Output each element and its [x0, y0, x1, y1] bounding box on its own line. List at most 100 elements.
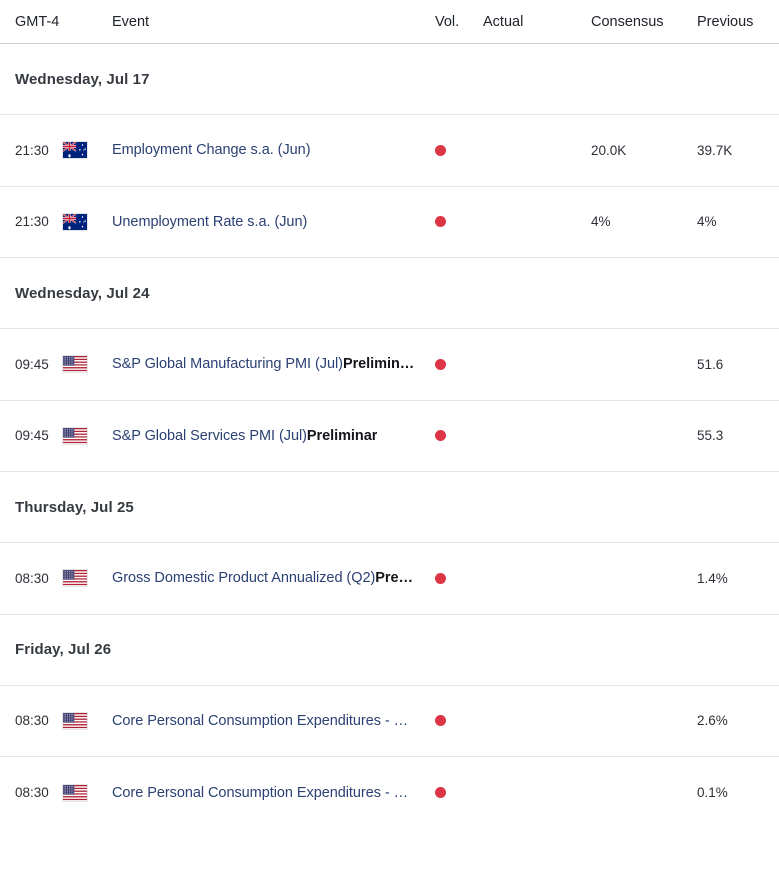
calendar-column-headers: GMT-4 Event Vol. Actual Consensus Previo… [0, 0, 779, 44]
event-name-cell: Gross Domestic Product Annualized (Q2)Pr… [112, 543, 435, 614]
event-previous-value: 2.6% [697, 713, 728, 729]
calendar-event-row[interactable]: 08:30 Gross Domestic Product Annualized (… [0, 543, 779, 615]
event-name-text: S&P Global Services PMI (Jul) [112, 427, 307, 444]
event-name-link[interactable]: Unemployment Rate s.a. (Jun) [112, 214, 307, 230]
volatility-dot-icon [435, 144, 446, 156]
event-name-link[interactable]: S&P Global Services PMI (Jul)Preliminar [112, 428, 377, 444]
event-actual-value-cell [483, 686, 591, 757]
volatility-dot-icon [435, 787, 446, 799]
event-qualifier-text: Prelimin… [342, 356, 415, 373]
event-time-label: 21:30 [15, 214, 49, 230]
event-time: 21:30 [0, 187, 62, 258]
event-country-flag [62, 115, 112, 186]
event-name-link[interactable]: S&P Global Manufacturing PMI (Jul)Prelim… [112, 356, 414, 372]
event-volatility-cell [435, 329, 483, 400]
calendar-day-header: Friday, Jul 26 [0, 615, 779, 686]
event-name-text: Gross Domestic Product Annualized (Q2) [112, 570, 376, 587]
calendar-body: Wednesday, Jul 17 21:30 Employment Change … [0, 44, 779, 829]
event-previous-value-cell: 39.7K [697, 115, 779, 186]
event-name-link[interactable]: Employment Change s.a. (Jun) [112, 142, 310, 158]
column-header-volatility: Vol. [435, 13, 460, 30]
event-consensus-value-cell [591, 543, 697, 614]
event-volatility-cell [435, 187, 483, 258]
event-volatility-cell [435, 401, 483, 472]
day-header-label: Wednesday, Jul 24 [15, 284, 150, 302]
event-actual-value-cell [483, 401, 591, 472]
column-header-actual: Actual [483, 13, 524, 30]
event-country-flag [62, 187, 112, 258]
calendar-event-row[interactable]: 09:45 S&P Global Services PMI (Jul)Prelim… [0, 401, 779, 472]
event-previous-value-cell: 2.6% [697, 686, 779, 757]
flag-united-states-icon [62, 426, 88, 445]
event-name-link[interactable]: Core Personal Consumption Expenditures -… [112, 713, 408, 729]
event-qualifier-text: Pre… [375, 570, 413, 587]
flag-united-states-icon [62, 355, 88, 374]
event-time-label: 09:45 [15, 428, 49, 444]
calendar-event-row[interactable]: 21:30 Unemployment Rate s.a. (Jun) 4% 4% [0, 187, 779, 258]
event-consensus-value-cell [591, 329, 697, 400]
event-time: 08:30 [0, 686, 62, 757]
event-name-text: Employment Change s.a. (Jun) [112, 142, 311, 159]
event-volatility-cell [435, 757, 483, 829]
event-time: 08:30 [0, 543, 62, 614]
event-volatility-cell [435, 543, 483, 614]
event-time-label: 08:30 [15, 570, 49, 586]
event-previous-value-cell: 1.4% [697, 543, 779, 614]
event-country-flag [62, 543, 112, 614]
event-country-flag [62, 686, 112, 757]
calendar-event-row[interactable]: 21:30 Employment Change s.a. (Jun) 20.0K 39… [0, 115, 779, 187]
event-time: 21:30 [0, 115, 62, 186]
day-header-label: Friday, Jul 26 [15, 641, 112, 658]
event-time: 09:45 [0, 401, 62, 472]
calendar-event-row[interactable]: 08:30 Core Personal Consumption Expenditu… [0, 757, 779, 829]
event-name-text: S&P Global Manufacturing PMI (Jul) [112, 356, 343, 373]
volatility-dot-icon [435, 715, 446, 727]
event-time: 08:30 [0, 757, 62, 829]
event-previous-value-cell: 0.1% [697, 757, 779, 829]
event-consensus-value: 20.0K [591, 142, 627, 158]
event-time-label: 08:30 [15, 785, 49, 801]
economic-calendar: GMT-4 Event Vol. Actual Consensus Previo… [0, 0, 779, 829]
event-actual-value-cell [483, 329, 591, 400]
event-previous-value: 55.3 [697, 428, 724, 444]
event-country-flag [62, 401, 112, 472]
event-name-cell: S&P Global Manufacturing PMI (Jul)Prelim… [112, 329, 435, 400]
event-previous-value: 4% [697, 214, 717, 230]
day-header-label: Wednesday, Jul 17 [15, 70, 150, 88]
day-header-label: Thursday, Jul 25 [15, 498, 134, 516]
event-qualifier-text: Preliminar [306, 427, 378, 444]
volatility-dot-icon [435, 430, 446, 442]
calendar-day-header: Wednesday, Jul 24 [0, 258, 779, 329]
event-name-text: Unemployment Rate s.a. (Jun) [112, 213, 308, 230]
column-header-consensus: Consensus [591, 13, 664, 30]
event-volatility-cell [435, 115, 483, 186]
event-name-link[interactable]: Core Personal Consumption Expenditures -… [112, 785, 408, 801]
event-time-label: 21:30 [15, 142, 49, 158]
calendar-day-header: Thursday, Jul 25 [0, 472, 779, 543]
event-country-flag [62, 329, 112, 400]
event-name-cell: Unemployment Rate s.a. (Jun) [112, 187, 435, 258]
event-previous-value-cell: 55.3 [697, 401, 779, 472]
event-actual-value-cell [483, 757, 591, 829]
event-name-cell: Core Personal Consumption Expenditures -… [112, 757, 435, 829]
event-previous-value-cell: 4% [697, 187, 779, 258]
event-name-link[interactable]: Gross Domestic Product Annualized (Q2)Pr… [112, 570, 413, 586]
event-actual-value-cell [483, 543, 591, 614]
calendar-day-header: Wednesday, Jul 17 [0, 44, 779, 115]
event-actual-value-cell [483, 115, 591, 186]
event-time: 09:45 [0, 329, 62, 400]
event-name-cell: Core Personal Consumption Expenditures -… [112, 686, 435, 757]
column-header-event: Event [112, 13, 150, 30]
calendar-event-row[interactable]: 09:45 S&P Global Manufacturing PMI (Jul)P… [0, 329, 779, 401]
volatility-dot-icon [435, 216, 446, 228]
event-consensus-value-cell: 20.0K [591, 115, 697, 186]
flag-united-states-icon [62, 711, 88, 730]
event-previous-value: 39.7K [697, 142, 733, 158]
column-header-previous: Previous [697, 13, 754, 30]
calendar-event-row[interactable]: 08:30 Core Personal Consumption Expenditu… [0, 686, 779, 757]
event-name-text: Core Personal Consumption Expenditures -… [112, 712, 409, 729]
event-consensus-value: 4% [591, 214, 611, 230]
event-consensus-value-cell: 4% [591, 187, 697, 258]
event-previous-value: 51.6 [697, 356, 724, 372]
flag-australia-icon [62, 141, 88, 160]
